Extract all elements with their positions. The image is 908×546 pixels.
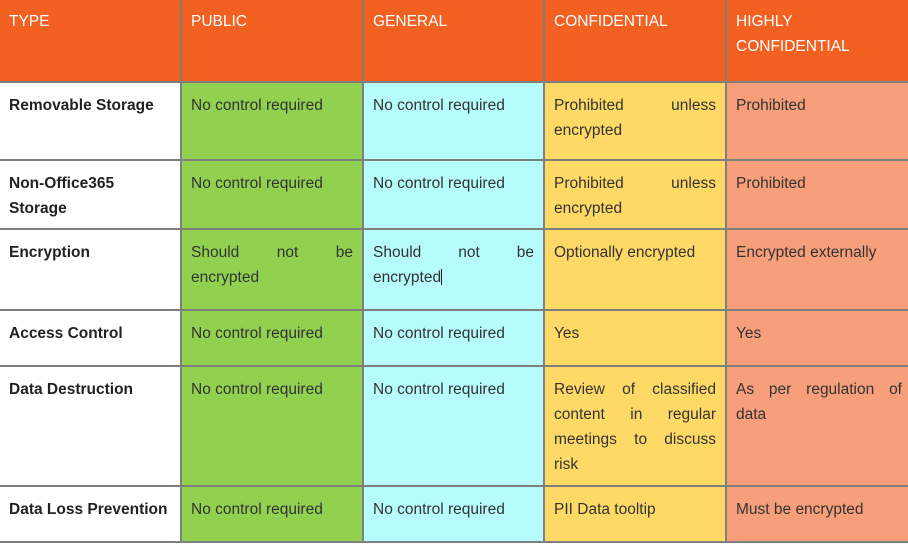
header-row: TYPE PUBLIC GENERAL CONFIDENTIAL HIGHLY … [0, 0, 908, 83]
row-type-cell[interactable]: Data Loss Prevention [0, 485, 182, 543]
highly-confidential-cell[interactable]: As per regulation of data [725, 365, 908, 487]
general-cell[interactable]: No control required [362, 81, 545, 161]
public-cell[interactable]: No control required [180, 81, 364, 161]
table-row: Non-Office365 Storage No control require… [0, 159, 908, 230]
table-row: Data Destruction No control required No … [0, 365, 908, 487]
public-cell[interactable]: No control required [180, 485, 364, 543]
row-type-cell[interactable]: Removable Storage [0, 81, 182, 161]
highly-confidential-cell[interactable]: Prohibited [725, 81, 908, 161]
row-type-cell[interactable]: Non-Office365 Storage [0, 159, 182, 230]
general-cell-text: Should not be encrypted [373, 244, 534, 286]
general-cell[interactable]: No control required [362, 159, 545, 230]
header-public: PUBLIC [180, 0, 364, 83]
confidential-cell[interactable]: Prohibited unless encrypted [543, 159, 727, 230]
public-cell[interactable]: No control required [180, 159, 364, 230]
confidential-cell[interactable]: Review of classified content in regular … [543, 365, 727, 487]
confidential-cell[interactable]: PII Data tooltip [543, 485, 727, 543]
highly-confidential-cell[interactable]: Yes [725, 309, 908, 367]
header-highly-confidential: HIGHLY CONFIDENTIAL [725, 0, 908, 83]
table-row: Encryption Should not be encrypted Shoul… [0, 228, 908, 311]
public-cell[interactable]: Should not be encrypted [180, 228, 364, 311]
row-type-cell[interactable]: Data Destruction [0, 365, 182, 487]
general-cell[interactable]: Should not be encrypted [362, 228, 545, 311]
table-row: Removable Storage No control required No… [0, 81, 908, 161]
confidential-cell[interactable]: Yes [543, 309, 727, 367]
confidential-cell[interactable]: Prohibited unless encrypted [543, 81, 727, 161]
confidential-cell[interactable]: Optionally encrypted [543, 228, 727, 311]
general-cell[interactable]: No control required [362, 365, 545, 487]
text-cursor [441, 269, 443, 285]
table-row: Data Loss Prevention No control required… [0, 485, 908, 543]
table-row: Access Control No control required No co… [0, 309, 908, 367]
classification-table: TYPE PUBLIC GENERAL CONFIDENTIAL HIGHLY … [0, 0, 908, 543]
row-type-cell[interactable]: Encryption [0, 228, 182, 311]
header-type: TYPE [0, 0, 182, 83]
highly-confidential-cell[interactable]: Prohibited [725, 159, 908, 230]
header-confidential: CONFIDENTIAL [543, 0, 727, 83]
header-general: GENERAL [362, 0, 545, 83]
public-cell[interactable]: No control required [180, 309, 364, 367]
public-cell[interactable]: No control required [180, 365, 364, 487]
highly-confidential-cell[interactable]: Encrypted externally [725, 228, 908, 311]
highly-confidential-cell[interactable]: Must be encrypted [725, 485, 908, 543]
row-type-cell[interactable]: Access Control [0, 309, 182, 367]
general-cell[interactable]: No control required [362, 309, 545, 367]
general-cell[interactable]: No control required [362, 485, 545, 543]
